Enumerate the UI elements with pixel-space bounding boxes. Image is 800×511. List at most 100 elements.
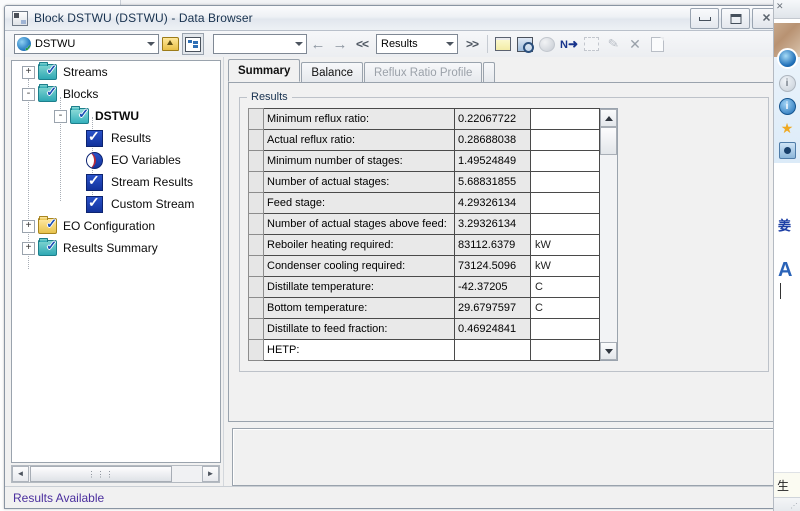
back-button[interactable]: ← [307,34,329,54]
tab-reflux-ratio-profile[interactable]: Reflux Ratio Profile [363,62,483,82]
tree-horizontal-scrollbar[interactable]: ◄ ⋮⋮⋮ ► [11,465,220,483]
row-selector[interactable] [248,150,264,172]
input-search-button[interactable] [515,34,535,54]
row-value[interactable] [454,339,531,361]
row-unit[interactable] [530,129,600,151]
row-value[interactable]: 1.49524849 [454,150,531,172]
table-row[interactable]: Number of actual stages above feed: 3.29… [248,213,600,235]
row-selector[interactable] [248,255,264,277]
avatar[interactable] [776,48,798,69]
row-unit[interactable] [530,213,600,235]
expander-minus-icon[interactable]: - [22,87,35,101]
row-unit[interactable] [530,171,600,193]
row-value[interactable]: 0.28688038 [454,129,531,151]
maximize-button[interactable] [721,8,750,29]
table-row[interactable]: Condenser cooling required: 73124.5096 k… [248,255,600,277]
expander-plus-icon[interactable]: + [22,65,35,79]
results-vertical-scrollbar[interactable] [600,108,618,361]
window-title-bar[interactable]: Block DSTWU (DSTWU) - Data Browser ✕ [5,6,785,31]
folder-up-button[interactable] [160,34,180,54]
row-unit[interactable]: kW [530,255,600,277]
row-selector[interactable] [248,318,264,340]
expander-plus-icon[interactable]: + [22,241,35,255]
table-row[interactable]: Number of actual stages: 5.68831855 [248,171,600,193]
results-grid[interactable]: Minimum reflux ratio: 0.22067722 Actual … [248,108,600,361]
tab-summary[interactable]: Summary [228,59,301,82]
table-row[interactable]: Reboiler heating required: 83112.6379 kW [248,234,600,256]
scrollbar-thumb[interactable]: ⋮⋮⋮ [30,466,172,482]
row-unit[interactable]: kW [530,234,600,256]
row-value[interactable]: 5.68831855 [454,171,531,193]
scroll-up-button[interactable] [600,109,617,127]
table-row[interactable]: Distillate to feed fraction: 0.46924841 [248,318,600,340]
row-value[interactable]: 4.29326134 [454,192,531,214]
next-input-button[interactable]: N➜ [559,34,579,54]
table-row[interactable]: Bottom temperature: 29.6797597 C [248,297,600,319]
row-selector[interactable] [248,276,264,298]
previous-form-button[interactable]: << [351,34,373,54]
tree-node-results[interactable]: Results [12,127,220,149]
info-icon[interactable]: i [778,75,796,92]
row-unit[interactable] [530,339,600,361]
form-selector-chevron-down-icon[interactable] [442,36,457,52]
row-unit[interactable]: C [530,276,600,298]
scroll-left-arrow-icon[interactable]: ◄ [12,466,29,482]
new-item-button[interactable] [581,34,601,54]
row-value[interactable]: 0.46924841 [454,318,531,340]
table-row[interactable]: HETP: [248,339,600,361]
camera-icon[interactable] [778,142,796,159]
row-unit[interactable] [530,108,600,130]
object-selector-combo[interactable]: DSTWU [14,34,159,54]
expander-minus-icon[interactable]: - [54,109,67,123]
scrollbar-track[interactable] [600,127,617,342]
row-selector[interactable] [248,297,264,319]
minimize-button[interactable] [690,8,719,29]
tab-balance[interactable]: Balance [301,62,363,82]
form-selector-combo[interactable]: Results [376,34,458,54]
row-unit[interactable] [530,192,600,214]
tree-node-blocks[interactable]: - Blocks [12,83,220,105]
row-value[interactable]: 83112.6379 [454,234,531,256]
row-selector[interactable] [248,339,264,361]
scroll-down-button[interactable] [600,342,617,360]
table-row[interactable]: Feed stage: 4.29326134 [248,192,600,214]
tree-node-custom-stream[interactable]: Custom Stream [12,193,220,215]
report-button[interactable] [647,34,667,54]
secondary-combo[interactable] [213,34,307,54]
table-row[interactable]: Minimum number of stages: 1.49524849 [248,150,600,172]
input-summary-button[interactable] [493,34,513,54]
side-window-title-bar[interactable] [774,0,800,19]
tree-node-stream-results[interactable]: Stream Results [12,171,220,193]
table-row[interactable]: Actual reflux ratio: 0.28688038 [248,129,600,151]
row-value[interactable]: 0.22067722 [454,108,531,130]
tree-node-eo-variables[interactable]: EO Variables [12,149,220,171]
edit-button[interactable]: ✎ [603,34,623,54]
row-value[interactable]: 29.6797597 [454,297,531,319]
row-selector[interactable] [248,108,264,130]
row-unit[interactable] [530,150,600,172]
tree-node-dstwu[interactable]: - DSTWU [12,105,220,127]
tree-node-eo-configuration[interactable]: + EO Configuration [12,215,220,237]
star-icon[interactable]: ★ [780,121,795,136]
background-side-window[interactable]: i i ★ 姜 A 生 ⋰ [773,0,800,511]
next-form-button[interactable]: >> [461,34,483,54]
row-value[interactable]: 3.29326134 [454,213,531,235]
row-unit[interactable]: C [530,297,600,319]
tree-toggle-button[interactable] [182,33,204,55]
tree-node-results-summary[interactable]: + Results Summary [12,237,220,259]
expander-plus-icon[interactable]: + [22,219,35,233]
row-selector[interactable] [248,129,264,151]
globe-button[interactable] [537,34,557,54]
forward-button[interactable]: → [329,34,351,54]
scrollbar-thumb[interactable] [600,127,617,155]
row-value[interactable]: 73124.5096 [454,255,531,277]
row-selector[interactable] [248,234,264,256]
row-unit[interactable] [530,318,600,340]
row-selector[interactable] [248,213,264,235]
row-value[interactable]: -42.37205 [454,276,531,298]
table-row[interactable]: Minimum reflux ratio: 0.22067722 [248,108,600,130]
blue-info-icon[interactable]: i [778,98,796,115]
resize-grip-icon[interactable]: ⋰ [791,502,799,510]
row-selector[interactable] [248,171,264,193]
secondary-combo-chevron-down-icon[interactable] [291,36,306,52]
